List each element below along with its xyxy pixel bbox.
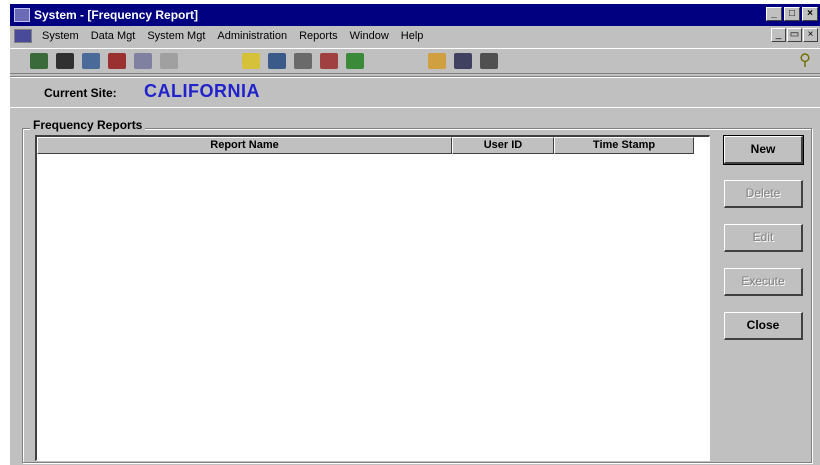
menu-administration[interactable]: Administration (211, 30, 293, 42)
mail-icon[interactable] (242, 53, 260, 69)
execute-button: Execute (724, 268, 803, 296)
delete-button: Delete (724, 180, 803, 208)
report-list[interactable]: Report Name User ID Time Stamp (35, 135, 710, 461)
current-site-value: CALIFORNIA (144, 81, 260, 101)
application-window: System - [Frequency Report] _ □ × System… (10, 4, 820, 465)
mdi-close-button[interactable]: × (803, 28, 818, 42)
title-bar[interactable]: System - [Frequency Report] _ □ × (10, 4, 820, 26)
list-header: Report Name User ID Time Stamp (37, 137, 694, 154)
query-icon[interactable] (320, 53, 338, 69)
mdi-minimize-button[interactable]: _ (771, 28, 786, 42)
menu-reports[interactable]: Reports (293, 30, 344, 42)
calendar-icon[interactable] (480, 53, 498, 69)
column-user-id[interactable]: User ID (452, 137, 554, 154)
window-controls: _ □ × (766, 7, 818, 21)
copy-window-icon[interactable] (134, 53, 152, 69)
new-button[interactable]: New (723, 135, 804, 165)
help-arrow-icon[interactable] (160, 53, 178, 69)
column-time-stamp[interactable]: Time Stamp (554, 137, 694, 154)
chart-icon[interactable] (108, 53, 126, 69)
key-icon[interactable]: ⚲ (796, 53, 814, 69)
app-icon[interactable] (14, 8, 30, 22)
folder-icon[interactable] (346, 53, 364, 69)
mdi-controls: _ ▭ × (771, 28, 818, 42)
grid-icon[interactable] (454, 53, 472, 69)
close-report-button[interactable]: Close (724, 312, 803, 340)
menu-system-mgt[interactable]: System Mgt (141, 30, 211, 42)
minimize-button[interactable]: _ (766, 7, 782, 21)
toolbar: ⚲ (10, 48, 820, 74)
tools-icon[interactable] (268, 53, 286, 69)
tree-icon[interactable] (30, 53, 48, 69)
menu-system[interactable]: System (36, 30, 85, 42)
network-icon[interactable] (82, 53, 100, 69)
menu-data-mgt[interactable]: Data Mgt (85, 30, 142, 42)
binoculars-icon[interactable] (56, 53, 74, 69)
clipboard-icon[interactable] (428, 53, 446, 69)
menu-bar: System Data Mgt System Mgt Administratio… (10, 26, 820, 46)
maximize-button[interactable]: □ (784, 7, 800, 21)
current-site-bar: Current Site: CALIFORNIA (10, 76, 820, 108)
group-title: Frequency Reports (30, 118, 146, 132)
current-site-label: Current Site: (44, 86, 117, 100)
menu-window[interactable]: Window (344, 30, 395, 42)
window-title: System - [Frequency Report] (34, 8, 199, 22)
column-report-name[interactable]: Report Name (37, 137, 452, 154)
edit-button: Edit (724, 224, 803, 252)
document-icon[interactable] (14, 29, 32, 43)
close-button[interactable]: × (802, 7, 818, 21)
settings-icon[interactable] (294, 53, 312, 69)
mdi-restore-button[interactable]: ▭ (787, 28, 802, 42)
menu-help[interactable]: Help (395, 30, 430, 42)
